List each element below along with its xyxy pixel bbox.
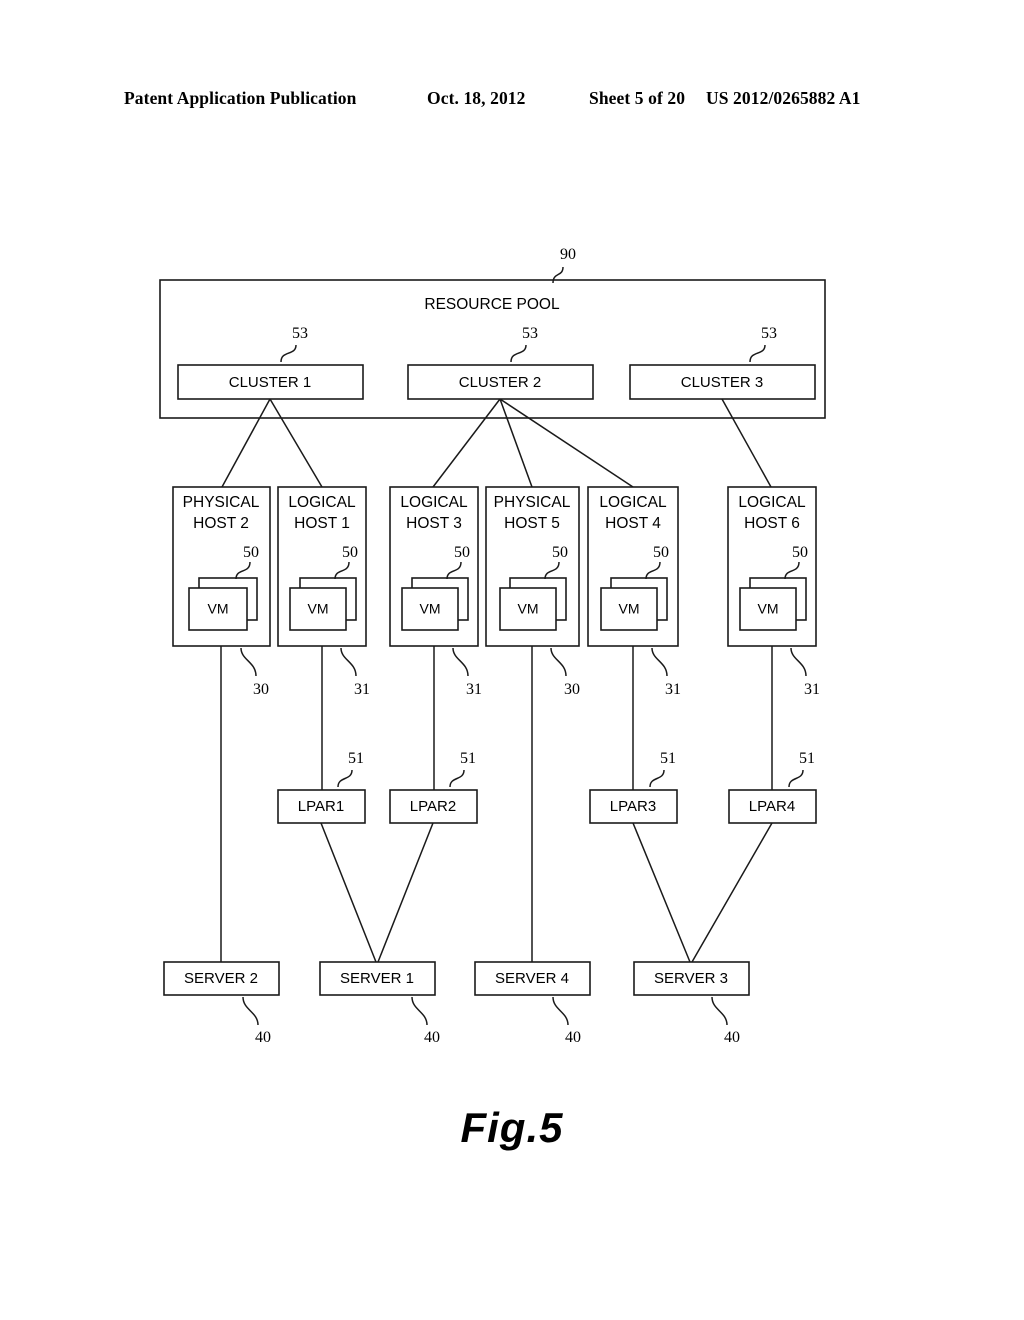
host-3-link-ref: 31: [466, 681, 482, 698]
host-5-label-line2: HOST 4: [605, 515, 661, 532]
host-3-label-line1: LOGICAL: [400, 494, 468, 511]
figure-caption: Fig.5: [460, 1104, 564, 1151]
host-4-label-line2: HOST 5: [504, 515, 560, 532]
host-1-link-leader: [240, 647, 257, 677]
lpar-3-leader: [649, 769, 665, 788]
host-6-vm-label: VM: [758, 601, 779, 617]
lpar-2-leader: [449, 769, 465, 788]
host-logical-host-4-group[interactable]: LOGICAL HOST 4 VM 50 31: [587, 486, 681, 698]
host-2-link-ref: 31: [354, 681, 370, 698]
connector-cluster2-host5: [499, 398, 533, 488]
resource-pool-label: RESOURCE POOL: [424, 296, 560, 313]
host-1-label-line1: PHYSICAL: [183, 494, 260, 511]
server-1-group[interactable]: SERVER 1 40: [319, 961, 440, 1046]
host-6-vm-ref: 50: [792, 544, 808, 561]
lpar-3-ref: 51: [660, 750, 676, 767]
host-5-link-ref: 31: [665, 681, 681, 698]
server-2-label: SERVER 2: [184, 970, 258, 987]
server-4-ref: 40: [565, 1029, 581, 1046]
host-3-vm-ref: 50: [454, 544, 470, 561]
connector-cluster2-host4: [499, 398, 634, 488]
server-2-ref: 40: [255, 1029, 271, 1046]
host-5-link-leader: [651, 647, 668, 677]
host-5-label-line1: LOGICAL: [599, 494, 667, 511]
host-2-vm-ref: 50: [342, 544, 358, 561]
host-logical-host-6-group[interactable]: LOGICAL HOST 6 VM 50 31: [727, 486, 820, 698]
lpar-1-ref: 51: [348, 750, 364, 767]
cluster-3-ref: 53: [761, 325, 777, 342]
host-4-label-line1: PHYSICAL: [494, 494, 571, 511]
server-4-label: SERVER 4: [495, 970, 569, 987]
lpar-2-ref: 51: [460, 750, 476, 767]
host-4-link-leader: [550, 647, 567, 677]
server-3-leader: [711, 996, 728, 1026]
server-2-group[interactable]: SERVER 2 40: [163, 961, 280, 1046]
host-3-link-leader: [452, 647, 469, 677]
server-3-group[interactable]: SERVER 3 40: [633, 961, 750, 1046]
host-4-link-ref: 30: [564, 681, 580, 698]
server-3-ref: 40: [724, 1029, 740, 1046]
resource-pool-ref: 90: [560, 246, 576, 263]
connector-cluster2-host3: [432, 398, 501, 488]
connector-lpar2-server1: [377, 822, 434, 963]
lpar-2-label: LPAR2: [410, 798, 456, 815]
host-6-label-line1: LOGICAL: [738, 494, 806, 511]
connector-lpar1-server1: [320, 822, 377, 963]
host-2-link-leader: [340, 647, 357, 677]
lpar-3-label: LPAR3: [610, 798, 656, 815]
connector-cluster3-host6: [721, 398, 772, 488]
connector-lpar3-server3: [632, 822, 691, 963]
lpar-4-ref: 51: [799, 750, 815, 767]
connector-lpar4-server3: [691, 822, 773, 963]
host-2-label-line1: LOGICAL: [288, 494, 356, 511]
host-4-vm-ref: 50: [552, 544, 568, 561]
host-5-vm-label: VM: [619, 601, 640, 617]
host-3-vm-label: VM: [420, 601, 441, 617]
server-1-leader: [411, 996, 428, 1026]
server-1-label: SERVER 1: [340, 970, 414, 987]
cluster-2-leader: [510, 344, 527, 363]
lpar-4-leader: [788, 769, 804, 788]
host-6-link-ref: 31: [804, 681, 820, 698]
cluster-2-ref: 53: [522, 325, 538, 342]
cluster-2-label: CLUSTER 2: [459, 374, 542, 391]
server-4-leader: [552, 996, 569, 1026]
lpar-1-label: LPAR1: [298, 798, 344, 815]
host-2-label-line2: HOST 1: [294, 515, 350, 532]
server-1-ref: 40: [424, 1029, 440, 1046]
cluster-2-group[interactable]: CLUSTER 2 53: [407, 325, 594, 400]
connector-cluster1-host2: [221, 398, 271, 488]
cluster-3-label: CLUSTER 3: [681, 374, 764, 391]
connector-cluster1-host1: [269, 398, 323, 488]
host-5-vm-ref: 50: [653, 544, 669, 561]
host-1-vm-label: VM: [208, 601, 229, 617]
host-1-link-ref: 30: [253, 681, 269, 698]
cluster-3-group[interactable]: CLUSTER 3 53: [629, 325, 816, 400]
server-2-leader: [242, 996, 259, 1026]
lpar-server-connectors: [320, 822, 773, 963]
host-6-link-leader: [790, 647, 807, 677]
cluster-1-leader: [280, 344, 297, 363]
host-1-vm-ref: 50: [243, 544, 259, 561]
host-1-label-line2: HOST 2: [193, 515, 249, 532]
cluster-1-group[interactable]: CLUSTER 1 53: [177, 325, 364, 400]
figure-5-diagram: RESOURCE POOL 90 CLUSTER 1 53 CLUSTER 2 …: [159, 246, 826, 1046]
host-2-vm-label: VM: [308, 601, 329, 617]
host-4-vm-label: VM: [518, 601, 539, 617]
lpar-1-leader: [337, 769, 353, 788]
host-logical-host-1-group[interactable]: LOGICAL HOST 1 VM 50 31: [277, 486, 370, 698]
cluster-1-ref: 53: [292, 325, 308, 342]
server-4-group[interactable]: SERVER 4 40: [474, 961, 591, 1046]
host-physical-host-5-group[interactable]: PHYSICAL HOST 5 VM 50 30: [485, 486, 580, 698]
lpar-4-label: LPAR4: [749, 798, 795, 815]
cluster-host-connectors: [221, 398, 772, 488]
host-logical-host-3-group[interactable]: LOGICAL HOST 3 VM 50 31: [389, 486, 482, 698]
cluster-1-label: CLUSTER 1: [229, 374, 312, 391]
server-3-label: SERVER 3: [654, 970, 728, 987]
host-3-label-line2: HOST 3: [406, 515, 462, 532]
cluster-3-leader: [749, 344, 766, 363]
host-6-label-line2: HOST 6: [744, 515, 800, 532]
